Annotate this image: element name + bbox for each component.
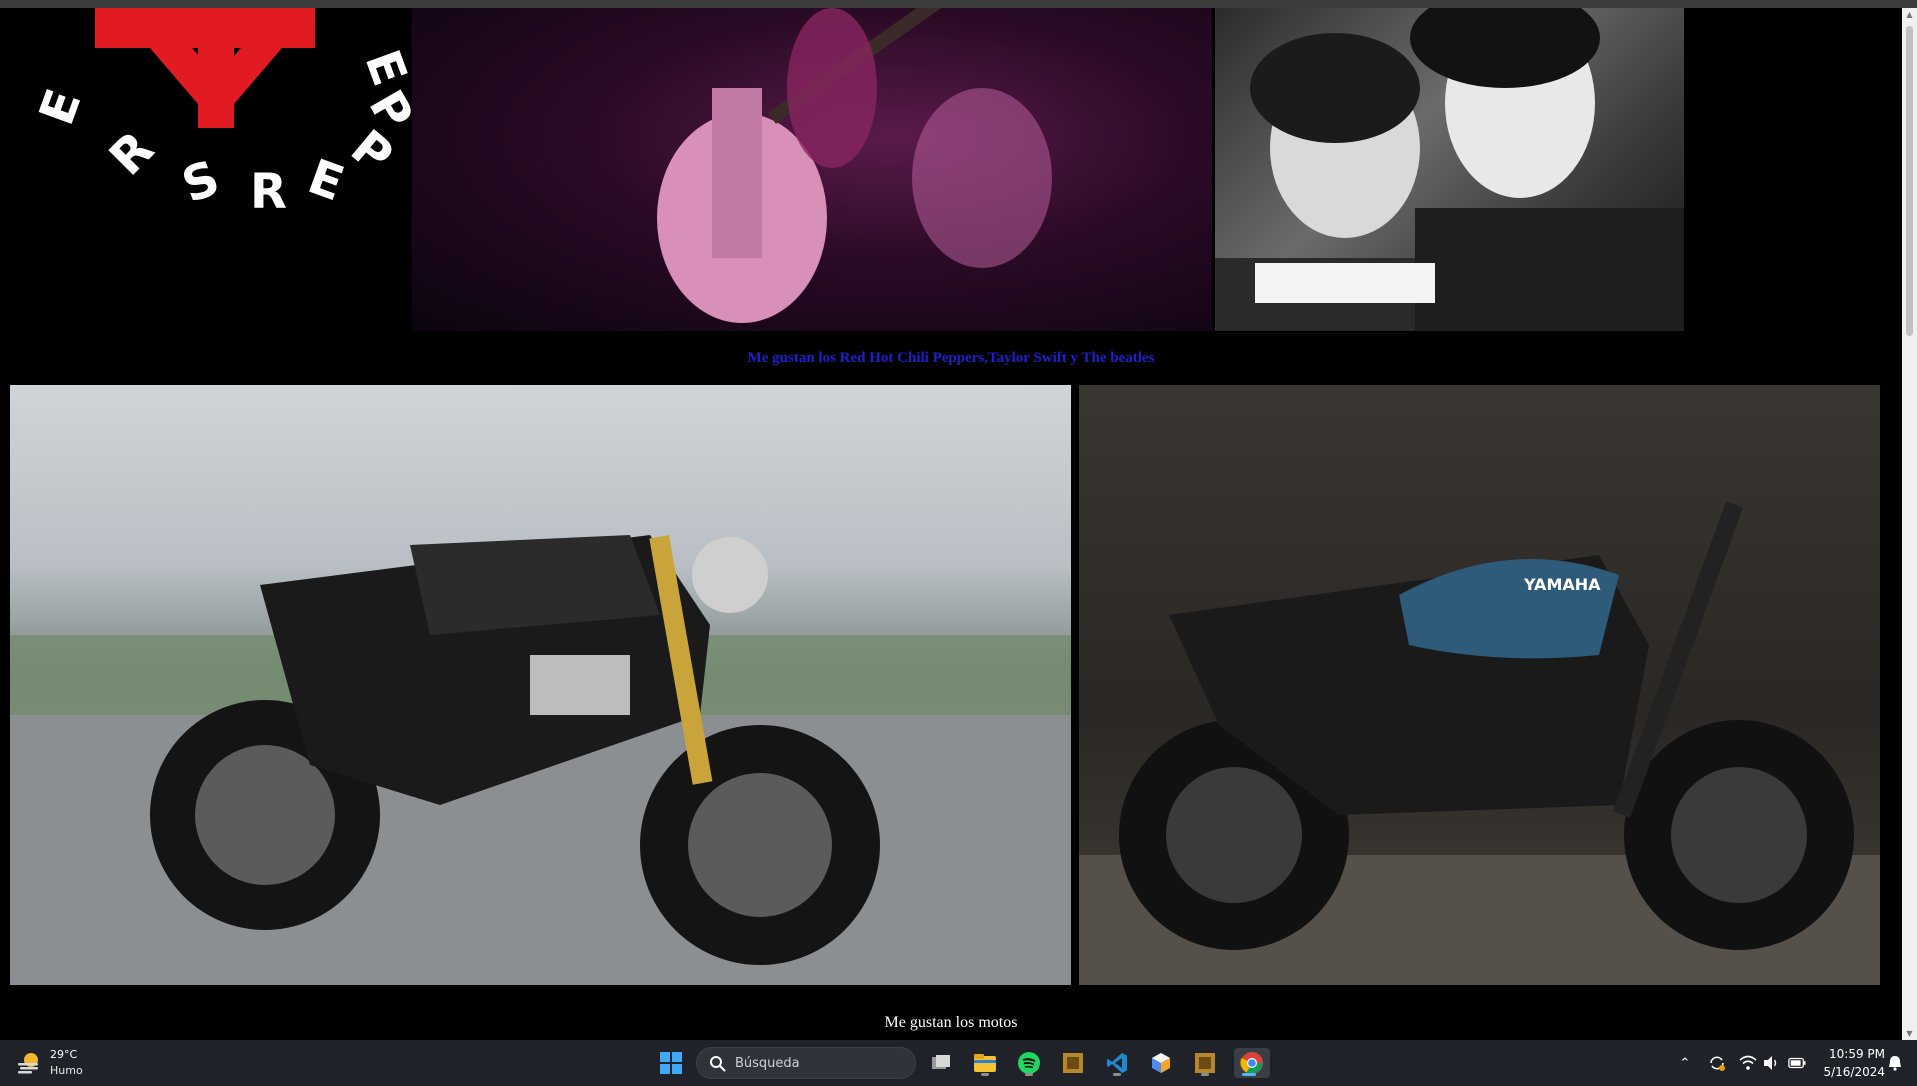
folder-icon — [974, 1054, 996, 1072]
weather-condition: Humo — [50, 1064, 83, 1077]
spotify-button[interactable] — [1014, 1048, 1044, 1078]
yamaha-brand-label: YAMAHA — [1523, 575, 1601, 594]
start-button[interactable] — [656, 1048, 686, 1078]
game-app-icon — [1063, 1053, 1083, 1073]
clock-date[interactable]: 5/16/2024 — [1818, 1065, 1885, 1079]
volume-icon[interactable] — [1762, 1054, 1780, 1072]
page-scrollbar[interactable]: ▲ ▼ — [1902, 8, 1917, 1040]
game-app-2-icon — [1195, 1053, 1215, 1073]
svg-text:P: P — [340, 119, 403, 185]
game-app-button[interactable] — [1058, 1048, 1088, 1078]
vscode-icon — [1107, 1053, 1127, 1073]
svg-text:S: S — [175, 150, 227, 214]
rhcp-logo-image: E P P E R S R E — [0, 8, 412, 331]
svg-text:E: E — [301, 149, 351, 213]
scroll-up-arrow-icon[interactable]: ▲ — [1905, 10, 1914, 19]
browser-top-edge — [0, 0, 1917, 8]
svg-text:R: R — [250, 164, 287, 220]
windows-taskbar: 29°C Humo Búsqueda ⌃ 10:59 PM 5/16/2024 — [0, 1040, 1917, 1086]
honda-motorcycle-image — [10, 385, 1071, 985]
task-view-button[interactable] — [926, 1048, 956, 1078]
svg-text:R: R — [99, 121, 165, 187]
web-page: E P P E R S R E Me gustan los Red Hot Ch… — [0, 8, 1902, 1040]
running-indicator — [1113, 1073, 1121, 1076]
active-indicator — [1242, 1073, 1256, 1076]
search-icon — [710, 1056, 726, 1072]
notification-bell-icon[interactable] — [1886, 1054, 1904, 1072]
taskbar-search[interactable]: Búsqueda — [696, 1047, 916, 1079]
cube-app-icon — [1152, 1053, 1170, 1073]
chrome-icon — [1240, 1052, 1263, 1074]
vscode-button[interactable] — [1102, 1048, 1132, 1078]
weather-haze-icon — [18, 1053, 38, 1074]
battery-icon[interactable] — [1788, 1054, 1806, 1072]
scroll-down-arrow-icon[interactable]: ▼ — [1905, 1029, 1914, 1038]
search-placeholder: Búsqueda — [735, 1056, 800, 1071]
weather-temperature: 29°C — [50, 1048, 78, 1061]
box-app-button[interactable] — [1146, 1048, 1176, 1078]
motos-caption: Me gustan los motos — [884, 1014, 1018, 1031]
scroll-thumb[interactable] — [1906, 26, 1913, 336]
spotify-icon — [1018, 1052, 1040, 1074]
game-app-2-button[interactable] — [1190, 1048, 1220, 1078]
sync-icon[interactable] — [1708, 1054, 1726, 1072]
clock-time[interactable]: 10:59 PM — [1823, 1047, 1885, 1061]
chevron-up-icon[interactable]: ⌃ — [1676, 1054, 1694, 1072]
taylor-swift-concert-image — [412, 8, 1212, 331]
windows-logo-icon — [660, 1052, 682, 1074]
file-explorer-button[interactable] — [970, 1048, 1000, 1078]
yamaha-motorcycle-image: YAMAHA — [1079, 385, 1880, 985]
wifi-icon[interactable] — [1739, 1054, 1757, 1072]
bands-caption: Me gustan los Red Hot Chili Peppers,Tayl… — [747, 350, 1155, 366]
beatles-photo-image — [1215, 8, 1684, 331]
task-view-icon — [932, 1055, 950, 1069]
running-indicator — [981, 1073, 989, 1076]
weather-widget[interactable]: 29°C Humo — [16, 1046, 106, 1080]
chrome-button[interactable] — [1234, 1048, 1270, 1078]
svg-text:E: E — [29, 82, 93, 132]
running-indicator — [1201, 1073, 1209, 1076]
running-indicator — [1025, 1073, 1033, 1076]
